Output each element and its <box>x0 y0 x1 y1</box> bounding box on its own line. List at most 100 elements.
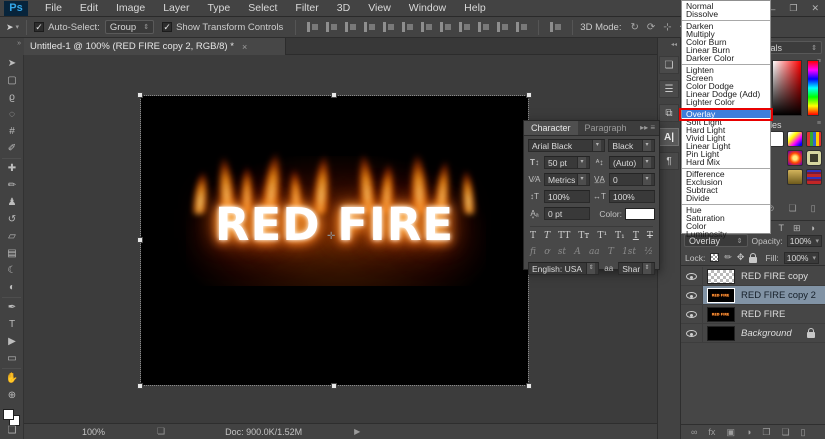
menu-window[interactable]: Window <box>400 2 455 14</box>
align-bottom-edges-icon[interactable] <box>401 21 415 33</box>
all-caps-button[interactable]: TT <box>558 231 570 241</box>
dock-collapse-icon[interactable]: ◂◂ <box>658 38 680 52</box>
layer-row[interactable]: RED FIRE RED FIRE <box>681 305 825 324</box>
text-color-swatch[interactable] <box>625 207 655 220</box>
blend-option-luminosity[interactable]: Luminosity <box>682 230 770 239</box>
tracking-select[interactable]: 0 ▾ <box>609 173 655 186</box>
paragraph-panel-icon[interactable]: ¶ <box>659 152 679 170</box>
3d-roll-icon[interactable]: ⟳ <box>647 22 655 33</box>
kerning-select[interactable]: Metrics ▾ <box>544 173 590 186</box>
brush-tool[interactable]: ✏ <box>0 177 24 194</box>
font-size-select[interactable]: 50 pt ▾ <box>544 156 590 169</box>
contextual-alternates-button[interactable]: ơ <box>544 247 549 257</box>
underline-button[interactable]: T <box>633 231 639 241</box>
panel-menu-icon[interactable]: ▸▸ ≡ <box>636 121 659 135</box>
delete-style-icon[interactable]: ▯ <box>811 203 816 214</box>
style-swatch-stripes[interactable] <box>806 131 822 147</box>
tab-paragraph[interactable]: Paragraph <box>578 121 634 135</box>
tab-close-icon[interactable]: × <box>242 42 247 52</box>
dodge-tool[interactable]: ◐ <box>0 279 24 296</box>
distribute-vertical-centers-icon[interactable] <box>439 21 453 33</box>
crop-tool[interactable]: # <box>0 123 24 140</box>
zoom-tool[interactable]: ⊕ <box>0 387 24 404</box>
horizontal-scale-field[interactable]: 100% <box>609 190 655 203</box>
menu-edit[interactable]: Edit <box>71 2 107 14</box>
character-panel-icon[interactable]: A| <box>659 128 679 146</box>
small-caps-button[interactable]: Tᴛ <box>578 231 589 241</box>
transform-reference-point[interactable]: ✛ <box>327 231 335 242</box>
smart-object-filter-icon[interactable]: ◑ <box>810 223 815 233</box>
canvas[interactable]: RED FIRE ✛ <box>137 92 532 389</box>
transform-handle-bottom-right[interactable] <box>526 383 532 389</box>
close-button[interactable]: ✕ <box>811 3 819 14</box>
toolbar-collapse-icon[interactable]: » <box>0 38 24 55</box>
discretionary-ligatures-button[interactable]: st <box>558 247 566 257</box>
adjustment-layer-icon[interactable]: ◑ <box>746 427 751 437</box>
menu-view[interactable]: View <box>359 2 400 14</box>
faux-bold-button[interactable]: T <box>530 231 536 241</box>
swatches-panel-icon[interactable]: ❏ <box>659 56 679 74</box>
strikethrough-button[interactable]: T <box>647 231 653 241</box>
document-tab[interactable]: Untitled-1 @ 100% (RED FIRE copy 2, RGB/… <box>24 38 286 55</box>
adjustments-panel-icon[interactable]: ☰ <box>659 80 679 98</box>
faux-italic-button[interactable]: T <box>544 231 550 241</box>
ordinals-button[interactable]: 1st <box>622 247 636 257</box>
menu-select[interactable]: Select <box>239 2 286 14</box>
language-select[interactable]: English: USA ⇕ <box>528 262 600 275</box>
rectangle-tool[interactable]: ▭ <box>0 350 24 367</box>
layer-effects-icon[interactable]: fx <box>708 427 715 437</box>
styles-panel-icon[interactable]: ⧉ <box>659 104 679 122</box>
layer-thumbnail[interactable]: RED FIRE <box>707 307 735 322</box>
layer-visibility-toggle[interactable] <box>681 286 703 305</box>
fractions-button[interactable]: ½ <box>644 247 653 257</box>
menu-layer[interactable]: Layer <box>154 2 198 14</box>
type-tool[interactable]: T <box>0 316 24 333</box>
fill-field[interactable]: 100% ▾ <box>783 251 819 264</box>
transform-handle-bottom-center[interactable] <box>331 383 337 389</box>
history-brush-tool[interactable]: ↺ <box>0 211 24 228</box>
menu-type[interactable]: Type <box>198 2 239 14</box>
blend-option-divide[interactable]: Divide <box>682 194 770 203</box>
lock-position-icon[interactable]: ✥ <box>737 252 745 263</box>
font-family-select[interactable]: Arial Black ▾ <box>528 139 606 152</box>
style-swatch-orb[interactable] <box>787 150 803 166</box>
new-style-icon[interactable]: ❏ <box>789 203 797 214</box>
transform-handle-top-center[interactable] <box>331 92 337 98</box>
distribute-spacing-icon[interactable] <box>549 21 563 33</box>
layer-group-icon[interactable]: ❒ <box>762 427 770 438</box>
gradient-tool[interactable]: ▤ <box>0 245 24 262</box>
restore-button[interactable]: ❐ <box>789 3 797 14</box>
align-left-edges-icon[interactable] <box>306 21 320 33</box>
blend-option-dissolve[interactable]: Dissolve <box>682 10 770 19</box>
3d-orbit-icon[interactable]: ↻ <box>630 22 638 33</box>
color-picker-field[interactable] <box>772 60 802 116</box>
pen-tool[interactable]: ✒ <box>0 299 24 316</box>
distribute-right-edges-icon[interactable] <box>515 21 529 33</box>
show-transform-checkbox[interactable]: ✓ <box>162 22 173 32</box>
foreground-color-swatch[interactable] <box>3 409 14 420</box>
marquee-tool[interactable]: ▢ <box>0 72 24 89</box>
path-selection-tool[interactable]: ▶ <box>0 333 24 350</box>
status-options-arrow-icon[interactable]: ▶ <box>354 427 360 436</box>
link-layers-icon[interactable]: ∞ <box>691 427 697 437</box>
type-filter-icon[interactable]: T <box>779 223 785 233</box>
style-swatch-rainbow[interactable] <box>787 131 803 147</box>
blend-option-hard-mix[interactable]: Hard Mix <box>682 158 770 167</box>
layer-row[interactable]: RED FIRE copy <box>681 267 825 286</box>
3d-pan-icon[interactable]: ⊹ <box>663 22 671 33</box>
layer-visibility-toggle[interactable] <box>681 267 703 286</box>
lock-transparent-pixels-icon[interactable] <box>710 253 720 262</box>
clone-stamp-tool[interactable]: ♟ <box>0 194 24 211</box>
hue-slider[interactable] <box>807 60 819 116</box>
shape-filter-icon[interactable]: ⊞ <box>793 223 801 233</box>
move-tool[interactable]: ➤ <box>0 55 24 72</box>
antialias-select[interactable]: Sharp ⇕ <box>618 262 655 275</box>
align-top-edges-icon[interactable] <box>363 21 377 33</box>
distribute-bottom-edges-icon[interactable] <box>458 21 472 33</box>
layer-thumbnail[interactable] <box>707 326 735 341</box>
layer-visibility-toggle[interactable] <box>681 324 703 343</box>
zoom-level-field[interactable]: 100% <box>82 427 105 437</box>
style-swatch-gold[interactable] <box>787 169 803 185</box>
distribute-left-edges-icon[interactable] <box>477 21 491 33</box>
hand-tool[interactable]: ✋ <box>0 370 24 387</box>
